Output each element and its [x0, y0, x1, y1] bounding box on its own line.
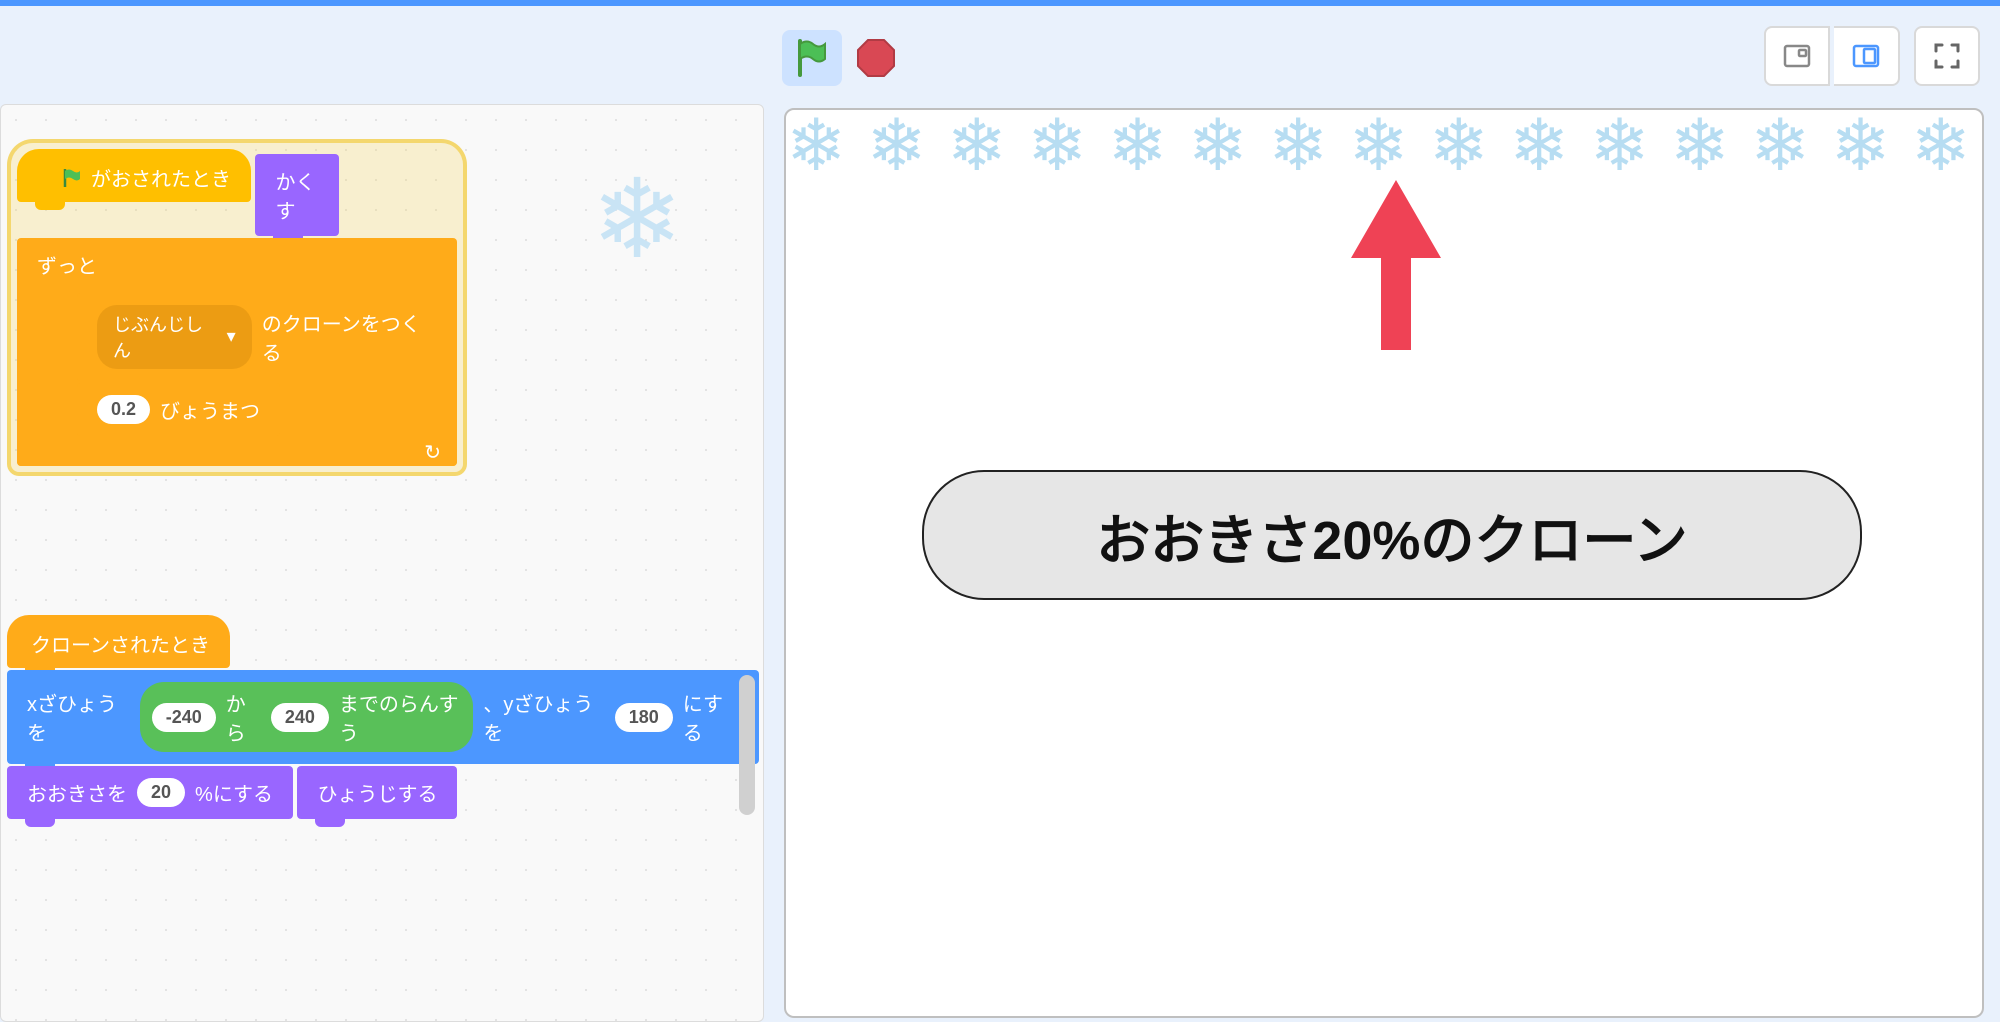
callout-text: おおきさ20%のクローン [1096, 496, 1687, 575]
wait-block[interactable]: 0.2 びょうまつ [77, 383, 280, 436]
small-stage-icon [1782, 41, 1812, 71]
svg-text:❄ ❄ ❄ ❄ ❄ ❄ ❄ ❄ ❄ ❄ ❄ ❄ ❄ ❄ ❄: ❄ ❄ ❄ ❄ ❄ ❄ ❄ ❄ ❄ ❄ ❄ ❄ ❄ ❄ ❄ ❄ ❄ [786, 110, 1982, 186]
callout-bubble: おおきさ20%のクローン [922, 470, 1862, 600]
goto-y-label: 、yざひょうを [483, 688, 604, 746]
fullscreen-button[interactable] [1914, 26, 1980, 86]
size-value[interactable]: 20 [137, 778, 185, 807]
stop-button[interactable] [852, 34, 900, 82]
size-suffix: %にする [195, 778, 273, 807]
large-stage-button[interactable] [1834, 26, 1900, 86]
clone-target-dropdown[interactable]: じぶんじしん ▾ [97, 305, 252, 369]
pick-random-operator[interactable]: -240 から 240 までのらんすう [140, 682, 474, 752]
stage-snow-decoration: ❄ ❄ ❄ ❄ ❄ ❄ ❄ ❄ ❄ ❄ ❄ ❄ ❄ ❄ ❄ ❄ ❄ [786, 110, 1982, 190]
stage[interactable]: ❄ ❄ ❄ ❄ ❄ ❄ ❄ ❄ ❄ ❄ ❄ ❄ ❄ ❄ ❄ ❄ ❄ おおきさ20… [784, 108, 1984, 1018]
script-stack-2[interactable]: クローンされたとき xざひょうを -240 から 240 までのらんすう 、yざ… [7, 615, 763, 819]
show-label: ひょうじする [317, 778, 437, 807]
script-area[interactable]: ❄ がおされたとき かくす ずっと じぶんじしん ▾ [0, 104, 764, 1022]
script-stack-1[interactable]: がおされたとき かくす ずっと じぶんじしん ▾ のクローンをつくる [11, 143, 463, 472]
goto-y-value[interactable]: 180 [615, 703, 673, 732]
create-clone-block[interactable]: じぶんじしん ▾ のクローンをつくる [77, 293, 457, 381]
set-size-block[interactable]: おおきさを 20 %にする [7, 766, 293, 819]
forever-label: ずっと [37, 256, 97, 278]
clone-target-label: じぶんじしん [113, 311, 219, 363]
green-flag-icon [795, 39, 829, 77]
forever-block[interactable]: ずっと じぶんじしん ▾ のクローンをつくる 0.2 びょうまつ [17, 238, 457, 466]
loop-arrow-icon: ↻ [424, 440, 441, 465]
goto-x-label: xざひょうを [27, 688, 130, 746]
random-to[interactable]: 240 [271, 703, 329, 732]
random-from[interactable]: -240 [152, 703, 216, 732]
scrollbar[interactable] [739, 675, 755, 815]
wait-suffix: びょうまつ [160, 395, 260, 424]
random-mid: から [226, 688, 261, 746]
goto-suffix: にする [683, 688, 739, 746]
large-stage-icon [1851, 41, 1881, 71]
hide-block[interactable]: かくす [255, 154, 339, 236]
green-flag-button[interactable] [782, 30, 842, 86]
arrow-annotation [1346, 180, 1446, 375]
clone-suffix: のクローンをつくる [262, 308, 437, 366]
when-flag-label: がおされたとき [91, 163, 231, 192]
hide-label: かくす [275, 166, 319, 224]
wait-value[interactable]: 0.2 [97, 395, 150, 424]
green-flag-icon [61, 167, 83, 189]
chevron-down-icon: ▾ [227, 326, 236, 347]
show-block[interactable]: ひょうじする [297, 766, 457, 819]
when-cloned-label: クローンされたとき [31, 629, 210, 658]
when-cloned-block[interactable]: クローンされたとき [7, 615, 230, 668]
random-suffix: までのらんすう [339, 688, 462, 746]
stop-icon [856, 38, 896, 78]
size-label: おおきさを [27, 778, 127, 807]
fullscreen-icon [1932, 41, 1962, 71]
small-stage-button[interactable] [1764, 26, 1830, 86]
when-flag-clicked-block[interactable]: がおされたとき [17, 149, 251, 202]
snowflake-icon: ❄ [591, 155, 683, 283]
goto-xy-block[interactable]: xざひょうを -240 から 240 までのらんすう 、yざひょうを 180 に… [7, 670, 759, 764]
